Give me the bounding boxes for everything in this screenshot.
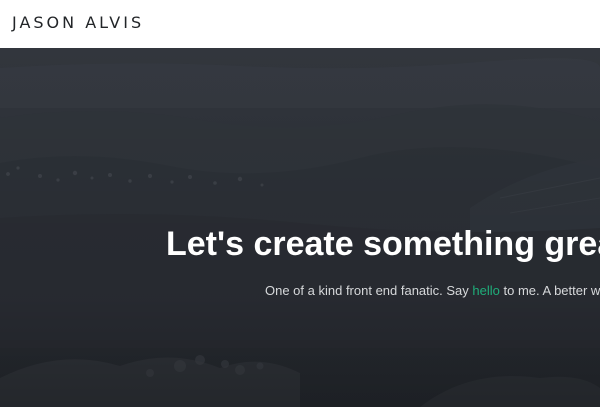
site-header: JASON ALVIS <box>0 0 600 48</box>
site-logo[interactable]: JASON ALVIS <box>12 12 144 34</box>
tagline-text-after: to me. A better we <box>499 283 600 298</box>
page: JASON ALVIS Let's create something grea … <box>0 0 600 407</box>
hero-tagline: One of a kind front end fanatic. Say hel… <box>265 282 600 300</box>
tagline-text-before: One of a kind front end fanatic. Say <box>265 283 473 298</box>
hello-link[interactable]: hello <box>472 283 499 298</box>
hero-headline: Let's create something grea <box>166 225 600 263</box>
hero-section: Let's create something grea One of a kin… <box>0 48 600 407</box>
